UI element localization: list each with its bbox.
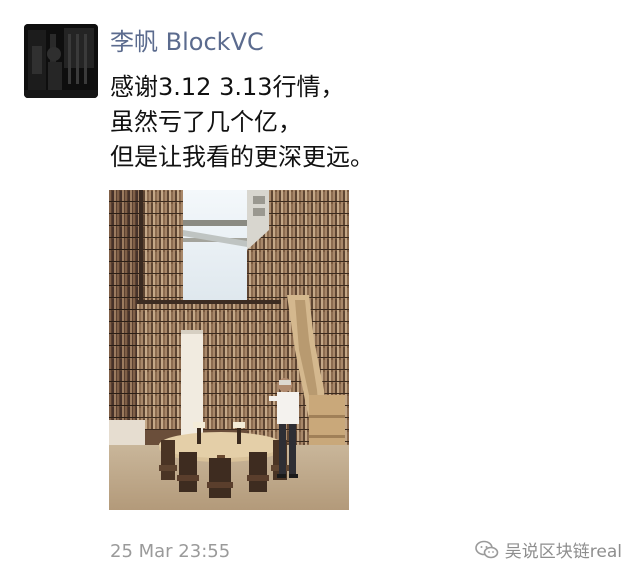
post-photo[interactable] <box>109 190 349 510</box>
watermark: 吴说区块链real <box>474 540 622 564</box>
post-text: 感谢3.12 3.13行情， 虽然亏了几个亿， 但是让我看的更深更远。 <box>110 70 610 175</box>
avatar[interactable] <box>24 24 98 98</box>
post-text-line: 但是让我看的更深更远。 <box>110 143 374 171</box>
author-name[interactable]: 李帆 BlockVC <box>110 26 264 58</box>
avatar-image <box>24 24 98 98</box>
library-photo-image <box>109 190 349 510</box>
wechat-icon <box>474 540 499 564</box>
post-text-line: 虽然亏了几个亿， <box>110 108 302 136</box>
watermark-text: 吴说区块链real <box>504 542 622 562</box>
post-text-line: 感谢3.12 3.13行情， <box>110 73 345 101</box>
timestamp: 25 Mar 23:55 <box>110 541 231 562</box>
